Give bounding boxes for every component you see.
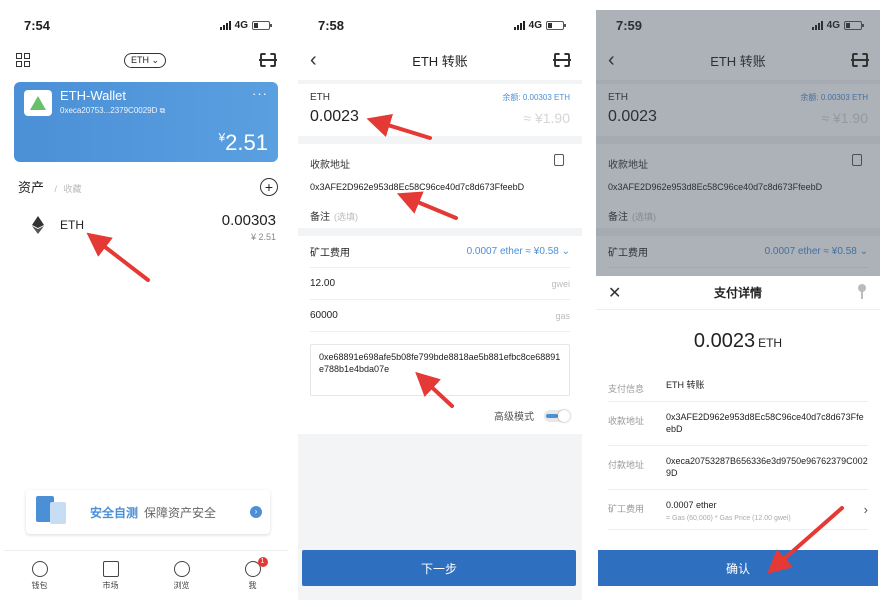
- asset-row-eth[interactable]: ETH 0.00303 ¥ 2.51: [4, 212, 288, 256]
- wallet-name: ETH-Wallet: [60, 88, 126, 103]
- tab-market[interactable]: 市场: [86, 560, 136, 591]
- assets-tab[interactable]: 资产: [18, 180, 44, 195]
- back-icon[interactable]: ‹: [310, 50, 317, 70]
- sheet-title: 支付详情: [713, 286, 762, 300]
- back-icon[interactable]: ‹: [608, 50, 615, 70]
- gas-limit-unit: gas: [555, 310, 570, 321]
- detail-row-payment-info: 支付信息 ETH 转账: [608, 370, 868, 402]
- gas-price-unit: gwei: [551, 278, 570, 289]
- gas-limit-value: 60000: [310, 310, 338, 321]
- network-label: 4G: [528, 19, 542, 31]
- page-title: ETH 转账: [412, 53, 468, 69]
- confirm-button[interactable]: 确认: [598, 550, 878, 586]
- menu-grid-icon[interactable]: [16, 53, 30, 67]
- asset-amount: 0.00303: [221, 212, 276, 229]
- sheet-header: ✕ 支付详情: [596, 276, 880, 310]
- security-check-banner[interactable]: 安全自测 保障资产安全 ›: [26, 490, 270, 534]
- notification-badge: 1: [257, 556, 268, 567]
- wallet-balance: ¥2.51: [218, 130, 268, 155]
- scan-icon[interactable]: [258, 53, 277, 67]
- banner-title: 安全自测: [90, 505, 139, 520]
- copy-icon[interactable]: ⧉: [160, 106, 166, 115]
- battery-icon: [546, 20, 566, 30]
- memo-label: 备注: [310, 212, 330, 223]
- advanced-mode-label: 高级模式: [494, 412, 534, 423]
- wallet-address: 0xeca20753...2379C0029D ⧉: [60, 106, 166, 115]
- more-icon[interactable]: ···: [252, 86, 268, 101]
- chevron-right-icon: ›: [863, 502, 868, 517]
- bottom-tab-bar: 钱包 市场 浏览 我1: [4, 550, 288, 600]
- memo-field[interactable]: 备注 (选填): [310, 208, 358, 223]
- chevron-right-icon: ›: [250, 506, 262, 518]
- battery-icon: [252, 20, 272, 30]
- next-step-button[interactable]: 下一步: [302, 550, 576, 586]
- detail-row-to-address: 收款地址 0x3AFE2D962e953d8Ec58C96ce40d7c8d67…: [608, 402, 868, 446]
- wallet-logo-icon: [24, 90, 52, 116]
- tab-wallet[interactable]: 钱包: [15, 560, 65, 591]
- address-label: 收款地址: [310, 160, 350, 171]
- asset-name: ETH: [60, 218, 84, 232]
- signal-icon: [219, 20, 231, 30]
- address-book-icon[interactable]: [554, 154, 564, 166]
- gas-limit-field[interactable]: 60000 gas: [310, 300, 570, 332]
- tab-me[interactable]: 我1: [228, 556, 278, 591]
- status-time: 7:54: [24, 17, 51, 33]
- fee-card: 矿工费用 0.0007 ether ≈ ¥0.58 ⌄ 12.00 gwei 6…: [298, 236, 582, 434]
- wallet-home-screen: 7:54 4G ETH ⌄ ETH-Wallet 0xeca20753...23…: [4, 10, 288, 600]
- add-asset-icon[interactable]: +: [260, 178, 278, 196]
- chevron-down-icon: ⌄: [561, 246, 570, 257]
- hex-data-input[interactable]: 0xe68891e698afe5b08fe799bde8818ae5b881ef…: [310, 344, 570, 396]
- network-label: 4G: [234, 19, 248, 31]
- memo-placeholder: (选填): [334, 212, 358, 222]
- address-input[interactable]: 0x3AFE2D962e953d8Ec58C96ce40d7c8d673Ffee…: [310, 182, 524, 192]
- payment-details-sheet: ✕ 支付详情 0.0023 ETH 支付信息 ETH 转账 收款地址 0x3AFE…: [596, 276, 880, 600]
- detail-row-from-address: 付款地址 0xeca20753287B656336e3d9750e9676237…: [608, 446, 868, 490]
- coin-switch-chip[interactable]: ETH ⌄: [123, 52, 167, 68]
- payment-confirm-screen: 7:59 4G ‹ ETH 转账 ETH 余额: 0.00303 ETH 0.0…: [596, 10, 880, 600]
- gas-price-value: 12.00: [310, 278, 336, 289]
- close-icon[interactable]: ✕: [608, 283, 621, 303]
- scan-icon[interactable]: [553, 53, 571, 67]
- detail-row-fee[interactable]: 矿工费用 0.0007 ether = Gas (60,000) * Gas P…: [608, 490, 868, 530]
- fee-value: 0.0007 ether ≈ ¥0.58: [466, 246, 559, 257]
- status-bar: 7:54 4G: [4, 10, 288, 40]
- transfer-header: ‹ ETH 转账: [298, 40, 582, 80]
- wallet-card[interactable]: ETH-Wallet 0xeca20753...2379C0029D ⧉ ···…: [14, 82, 278, 162]
- key-icon[interactable]: [858, 284, 866, 299]
- banner-subtitle: 保障资产安全: [144, 505, 217, 520]
- asset-fiat: ¥ 2.51: [250, 232, 276, 242]
- signal-icon: [513, 20, 525, 30]
- advanced-mode-toggle[interactable]: [544, 409, 570, 422]
- asset-label: ETH: [310, 92, 330, 103]
- transfer-screen: 7:58 4G ‹ ETH 转账 ETH 余额: 0.00303 ETH 0.0…: [298, 10, 582, 600]
- tab-browse[interactable]: 浏览: [157, 560, 207, 591]
- home-header: ETH ⌄: [4, 40, 288, 80]
- wallet-tab-icon: [31, 560, 48, 577]
- status-time: 7:58: [318, 17, 345, 33]
- advanced-mode-row: 高级模式: [494, 408, 570, 423]
- fee-row[interactable]: 矿工费用 0.0007 ether ≈ ¥0.58 ⌄: [310, 236, 570, 268]
- amount-input[interactable]: 0.0023: [310, 108, 359, 126]
- sheet-amount: 0.0023 ETH: [693, 330, 783, 352]
- balance-label: 余额: 0.00303 ETH: [502, 93, 570, 102]
- assets-header: 资产 / 收藏 +: [4, 176, 288, 198]
- security-illustration-icon: [26, 490, 88, 534]
- eth-logo-icon: [32, 216, 44, 234]
- status-bar: 7:58 4G: [298, 10, 582, 40]
- fee-label: 矿工费用: [310, 248, 350, 259]
- assets-divider: /: [54, 184, 57, 194]
- address-card: 收款地址 0x3AFE2D962e953d8Ec58C96ce40d7c8d67…: [298, 144, 582, 228]
- screenshot-stage: 7:54 4G ETH ⌄ ETH-Wallet 0xeca20753...23…: [0, 0, 888, 607]
- browse-tab-icon: [173, 560, 190, 577]
- modal-overlay[interactable]: [596, 10, 880, 276]
- amount-fiat: ≈ ¥1.90: [523, 110, 570, 126]
- gas-price-field[interactable]: 12.00 gwei: [310, 268, 570, 300]
- scan-icon[interactable]: [851, 53, 869, 67]
- amount-card: ETH 余额: 0.00303 ETH 0.0023 ≈ ¥1.90: [298, 84, 582, 136]
- favorites-tab[interactable]: 收藏: [63, 184, 81, 194]
- chart-tab-icon: [102, 560, 119, 577]
